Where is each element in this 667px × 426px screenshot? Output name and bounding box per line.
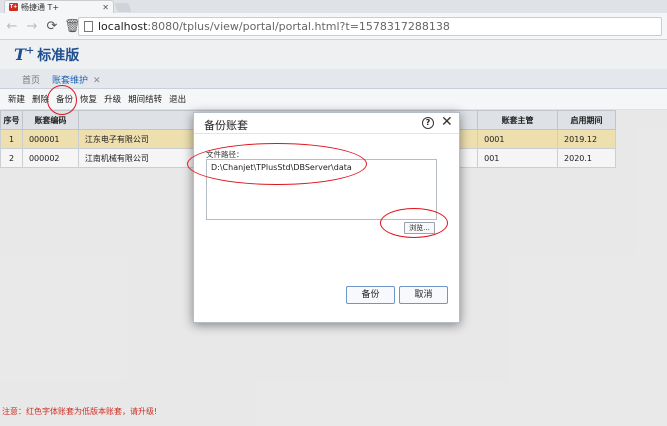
page-icon (84, 21, 93, 32)
browser-tab-title: 畅捷通 T+ (21, 2, 60, 12)
delete-button[interactable]: 删除 (32, 93, 49, 105)
url-path: :8080/tplus/view/portal/portal.html?t=15… (147, 20, 450, 33)
app-header: T+ 标准版 (0, 40, 667, 69)
browser-tab[interactable]: T+ 畅捷通 T+ ✕ (4, 0, 114, 13)
url-host: localhost (98, 20, 148, 33)
forward-arrow-icon[interactable]: → (24, 19, 40, 34)
exit-button[interactable]: 退出 (169, 93, 186, 105)
close-tab-icon[interactable]: ✕ (93, 76, 101, 86)
help-icon[interactable]: ? (422, 117, 434, 129)
tplus-favicon-icon: T+ (9, 3, 18, 11)
address-bar: ← → ⟳ 🗑 localhost:8080/tplus/view/portal… (0, 13, 667, 40)
product-name: 标准版 (37, 47, 80, 64)
tab-home[interactable]: 首页 (22, 73, 40, 86)
backup-confirm-button[interactable]: 备份 (346, 286, 395, 304)
dialog-title: 备份账套 (204, 119, 248, 132)
app-tabbar: 首页 账套维护 ✕ (0, 69, 667, 91)
url-input[interactable]: localhost:8080/tplus/view/portal/portal.… (78, 17, 662, 36)
restore-button[interactable]: 恢复 (80, 93, 97, 105)
browser-tabstrip: T+ 畅捷通 T+ ✕ (0, 0, 667, 13)
new-tab-button[interactable] (114, 3, 132, 12)
new-button[interactable]: 新建 (8, 93, 25, 105)
tab-account-maintenance-label: 账套维护 (52, 76, 89, 86)
tab-account-maintenance[interactable]: 账套维护 ✕ (50, 73, 101, 91)
browse-button[interactable]: 浏览... (404, 222, 435, 234)
tplus-logo: T+ (14, 45, 35, 64)
file-path-field[interactable]: D:\Chanjet\TPlusStd\DBServer\data (206, 159, 437, 220)
cancel-button[interactable]: 取消 (399, 286, 448, 304)
reload-icon[interactable]: ⟳ (44, 19, 60, 34)
close-icon[interactable]: ✕ (441, 114, 453, 130)
backup-button[interactable]: 备份 (56, 93, 73, 105)
dialog-header: 备份账套 ? ✕ (194, 113, 459, 134)
period-carryover-button[interactable]: 期间结转 (128, 93, 162, 105)
close-tab-icon[interactable]: ✕ (102, 3, 109, 12)
backup-dialog: 备份账套 ? ✕ 文件路径： D:\Chanjet\TPlusStd\DBSer… (193, 112, 460, 323)
back-arrow-icon[interactable]: ← (4, 19, 20, 34)
upgrade-button[interactable]: 升级 (104, 93, 121, 105)
toolbar: 新建 删除 备份 恢复 升级 期间结转 退出 (0, 89, 667, 110)
